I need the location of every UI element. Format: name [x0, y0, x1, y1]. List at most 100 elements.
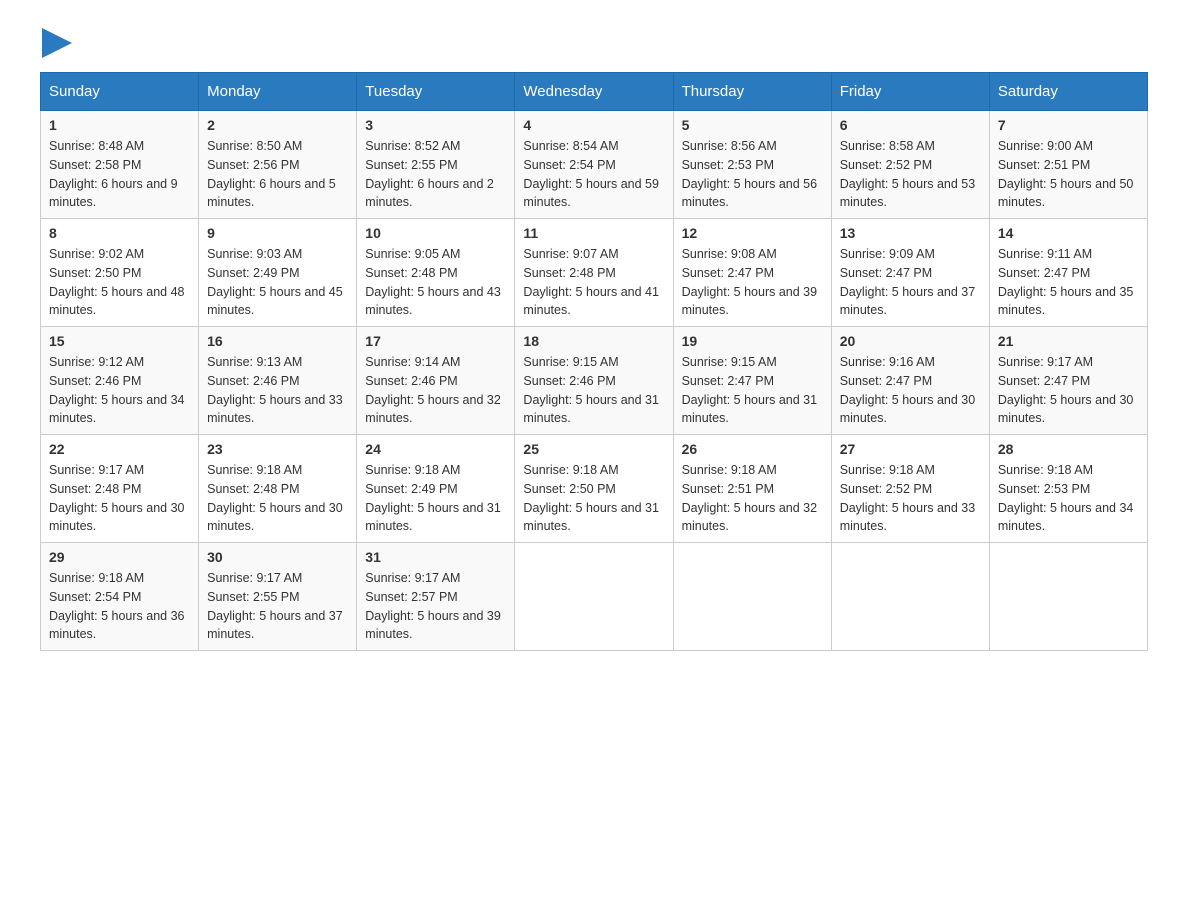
day-number: 24 [365, 441, 506, 457]
calendar-cell: 13 Sunrise: 9:09 AM Sunset: 2:47 PM Dayl… [831, 219, 989, 327]
day-number: 26 [682, 441, 823, 457]
day-info: Sunrise: 9:15 AM Sunset: 2:46 PM Dayligh… [523, 353, 664, 428]
week-row-2: 8 Sunrise: 9:02 AM Sunset: 2:50 PM Dayli… [41, 219, 1148, 327]
day-info: Sunrise: 9:18 AM Sunset: 2:53 PM Dayligh… [998, 461, 1139, 536]
calendar-cell [989, 543, 1147, 651]
day-number: 25 [523, 441, 664, 457]
day-info: Sunrise: 9:18 AM Sunset: 2:51 PM Dayligh… [682, 461, 823, 536]
calendar-cell: 2 Sunrise: 8:50 AM Sunset: 2:56 PM Dayli… [199, 111, 357, 219]
day-number: 1 [49, 117, 190, 133]
calendar-cell: 10 Sunrise: 9:05 AM Sunset: 2:48 PM Dayl… [357, 219, 515, 327]
calendar-cell: 14 Sunrise: 9:11 AM Sunset: 2:47 PM Dayl… [989, 219, 1147, 327]
day-info: Sunrise: 8:56 AM Sunset: 2:53 PM Dayligh… [682, 137, 823, 212]
day-info: Sunrise: 9:18 AM Sunset: 2:52 PM Dayligh… [840, 461, 981, 536]
day-number: 10 [365, 225, 506, 241]
calendar-cell: 12 Sunrise: 9:08 AM Sunset: 2:47 PM Dayl… [673, 219, 831, 327]
calendar-table: SundayMondayTuesdayWednesdayThursdayFrid… [40, 72, 1148, 651]
calendar-cell: 15 Sunrise: 9:12 AM Sunset: 2:46 PM Dayl… [41, 327, 199, 435]
day-info: Sunrise: 9:18 AM Sunset: 2:50 PM Dayligh… [523, 461, 664, 536]
day-number: 18 [523, 333, 664, 349]
calendar-cell: 16 Sunrise: 9:13 AM Sunset: 2:46 PM Dayl… [199, 327, 357, 435]
calendar-cell: 29 Sunrise: 9:18 AM Sunset: 2:54 PM Dayl… [41, 543, 199, 651]
calendar-cell: 26 Sunrise: 9:18 AM Sunset: 2:51 PM Dayl… [673, 435, 831, 543]
calendar-cell: 7 Sunrise: 9:00 AM Sunset: 2:51 PM Dayli… [989, 111, 1147, 219]
day-info: Sunrise: 9:15 AM Sunset: 2:47 PM Dayligh… [682, 353, 823, 428]
calendar-cell [831, 543, 989, 651]
day-number: 6 [840, 117, 981, 133]
day-number: 2 [207, 117, 348, 133]
calendar-cell: 9 Sunrise: 9:03 AM Sunset: 2:49 PM Dayli… [199, 219, 357, 327]
header-row: SundayMondayTuesdayWednesdayThursdayFrid… [41, 73, 1148, 111]
calendar-cell: 21 Sunrise: 9:17 AM Sunset: 2:47 PM Dayl… [989, 327, 1147, 435]
day-info: Sunrise: 9:12 AM Sunset: 2:46 PM Dayligh… [49, 353, 190, 428]
calendar-cell: 3 Sunrise: 8:52 AM Sunset: 2:55 PM Dayli… [357, 111, 515, 219]
day-number: 7 [998, 117, 1139, 133]
day-number: 23 [207, 441, 348, 457]
day-info: Sunrise: 8:54 AM Sunset: 2:54 PM Dayligh… [523, 137, 664, 212]
day-number: 9 [207, 225, 348, 241]
day-info: Sunrise: 9:09 AM Sunset: 2:47 PM Dayligh… [840, 245, 981, 320]
day-number: 14 [998, 225, 1139, 241]
day-info: Sunrise: 9:17 AM Sunset: 2:57 PM Dayligh… [365, 569, 506, 644]
week-row-4: 22 Sunrise: 9:17 AM Sunset: 2:48 PM Dayl… [41, 435, 1148, 543]
page-header [40, 30, 1148, 52]
day-number: 15 [49, 333, 190, 349]
day-number: 12 [682, 225, 823, 241]
calendar-cell: 30 Sunrise: 9:17 AM Sunset: 2:55 PM Dayl… [199, 543, 357, 651]
weekday-header-monday: Monday [199, 73, 357, 111]
calendar-cell: 17 Sunrise: 9:14 AM Sunset: 2:46 PM Dayl… [357, 327, 515, 435]
day-info: Sunrise: 9:18 AM Sunset: 2:49 PM Dayligh… [365, 461, 506, 536]
day-info: Sunrise: 8:50 AM Sunset: 2:56 PM Dayligh… [207, 137, 348, 212]
calendar-cell: 24 Sunrise: 9:18 AM Sunset: 2:49 PM Dayl… [357, 435, 515, 543]
day-number: 5 [682, 117, 823, 133]
day-info: Sunrise: 8:52 AM Sunset: 2:55 PM Dayligh… [365, 137, 506, 212]
day-number: 19 [682, 333, 823, 349]
day-info: Sunrise: 9:17 AM Sunset: 2:47 PM Dayligh… [998, 353, 1139, 428]
week-row-5: 29 Sunrise: 9:18 AM Sunset: 2:54 PM Dayl… [41, 543, 1148, 651]
calendar-cell: 28 Sunrise: 9:18 AM Sunset: 2:53 PM Dayl… [989, 435, 1147, 543]
week-row-1: 1 Sunrise: 8:48 AM Sunset: 2:58 PM Dayli… [41, 111, 1148, 219]
logo [40, 30, 72, 52]
day-number: 4 [523, 117, 664, 133]
day-info: Sunrise: 9:00 AM Sunset: 2:51 PM Dayligh… [998, 137, 1139, 212]
day-info: Sunrise: 9:08 AM Sunset: 2:47 PM Dayligh… [682, 245, 823, 320]
day-number: 13 [840, 225, 981, 241]
day-info: Sunrise: 9:07 AM Sunset: 2:48 PM Dayligh… [523, 245, 664, 320]
day-info: Sunrise: 9:02 AM Sunset: 2:50 PM Dayligh… [49, 245, 190, 320]
day-info: Sunrise: 9:18 AM Sunset: 2:48 PM Dayligh… [207, 461, 348, 536]
day-number: 22 [49, 441, 190, 457]
calendar-cell: 22 Sunrise: 9:17 AM Sunset: 2:48 PM Dayl… [41, 435, 199, 543]
day-info: Sunrise: 9:18 AM Sunset: 2:54 PM Dayligh… [49, 569, 190, 644]
day-number: 28 [998, 441, 1139, 457]
day-info: Sunrise: 9:17 AM Sunset: 2:48 PM Dayligh… [49, 461, 190, 536]
day-number: 11 [523, 225, 664, 241]
calendar-cell: 25 Sunrise: 9:18 AM Sunset: 2:50 PM Dayl… [515, 435, 673, 543]
logo-arrow-icon [42, 28, 72, 58]
day-number: 17 [365, 333, 506, 349]
calendar-cell: 6 Sunrise: 8:58 AM Sunset: 2:52 PM Dayli… [831, 111, 989, 219]
weekday-header-wednesday: Wednesday [515, 73, 673, 111]
calendar-cell: 27 Sunrise: 9:18 AM Sunset: 2:52 PM Dayl… [831, 435, 989, 543]
calendar-cell: 18 Sunrise: 9:15 AM Sunset: 2:46 PM Dayl… [515, 327, 673, 435]
day-info: Sunrise: 9:16 AM Sunset: 2:47 PM Dayligh… [840, 353, 981, 428]
calendar-cell [673, 543, 831, 651]
weekday-header-tuesday: Tuesday [357, 73, 515, 111]
day-info: Sunrise: 9:17 AM Sunset: 2:55 PM Dayligh… [207, 569, 348, 644]
calendar-cell: 11 Sunrise: 9:07 AM Sunset: 2:48 PM Dayl… [515, 219, 673, 327]
calendar-cell: 8 Sunrise: 9:02 AM Sunset: 2:50 PM Dayli… [41, 219, 199, 327]
day-number: 31 [365, 549, 506, 565]
weekday-header-thursday: Thursday [673, 73, 831, 111]
day-number: 29 [49, 549, 190, 565]
day-number: 16 [207, 333, 348, 349]
calendar-cell [515, 543, 673, 651]
calendar-cell: 5 Sunrise: 8:56 AM Sunset: 2:53 PM Dayli… [673, 111, 831, 219]
day-number: 21 [998, 333, 1139, 349]
calendar-cell: 31 Sunrise: 9:17 AM Sunset: 2:57 PM Dayl… [357, 543, 515, 651]
calendar-cell: 23 Sunrise: 9:18 AM Sunset: 2:48 PM Dayl… [199, 435, 357, 543]
day-info: Sunrise: 8:48 AM Sunset: 2:58 PM Dayligh… [49, 137, 190, 212]
day-number: 8 [49, 225, 190, 241]
day-info: Sunrise: 9:03 AM Sunset: 2:49 PM Dayligh… [207, 245, 348, 320]
day-number: 30 [207, 549, 348, 565]
day-number: 27 [840, 441, 981, 457]
day-number: 20 [840, 333, 981, 349]
